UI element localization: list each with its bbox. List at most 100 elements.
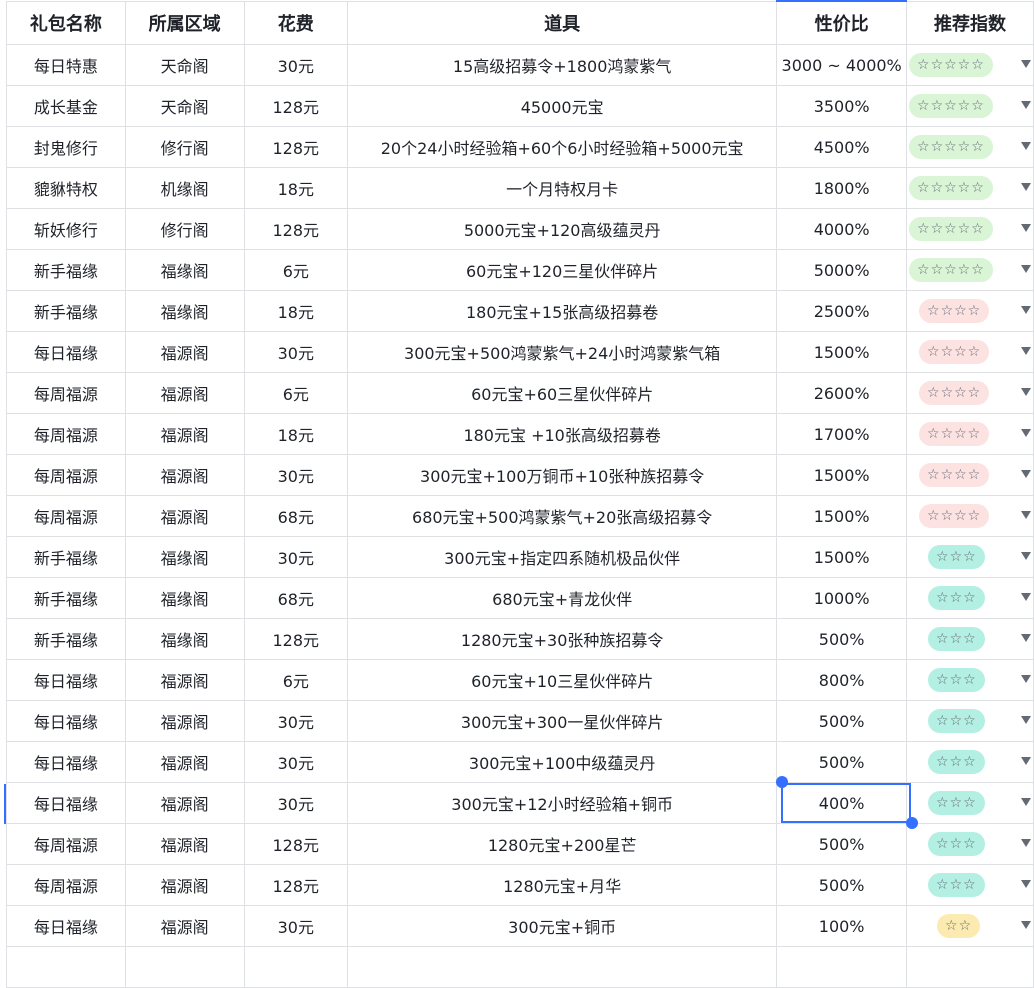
- col-header-area[interactable]: 所属区域: [124, 0, 245, 45]
- cell-area[interactable]: 福源阁: [124, 454, 245, 496]
- cell-cost[interactable]: 30元: [243, 536, 349, 578]
- cell-ratio[interactable]: 4500%: [776, 126, 908, 168]
- cell-cost[interactable]: 68元: [243, 577, 349, 619]
- cell-items[interactable]: 15高级招募令+1800鸿蒙紫气: [347, 44, 778, 86]
- cell-cost[interactable]: 128元: [243, 823, 349, 865]
- col-header-items[interactable]: 道具: [347, 0, 778, 45]
- cell-cost[interactable]: 68元: [243, 495, 349, 537]
- cell-ratio[interactable]: 3000 ~ 4000%: [776, 44, 908, 86]
- cell-recommend[interactable]: ☆☆☆☆☆: [906, 208, 1034, 250]
- empty-cell[interactable]: [776, 946, 908, 988]
- cell-name[interactable]: 每日福缘: [6, 700, 126, 742]
- cell-cost[interactable]: 128元: [243, 85, 349, 127]
- cell-ratio[interactable]: 100%: [776, 905, 908, 947]
- cell-items[interactable]: 180元宝+15张高级招募卷: [347, 290, 778, 332]
- col-header-recommend[interactable]: 推荐指数: [906, 0, 1034, 45]
- cell-area[interactable]: 福源阁: [124, 782, 245, 824]
- cell-recommend[interactable]: ☆☆☆☆: [906, 372, 1034, 414]
- cell-recommend[interactable]: ☆☆☆: [906, 782, 1034, 824]
- cell-name[interactable]: 新手福缘: [6, 618, 126, 660]
- cell-recommend[interactable]: ☆☆☆☆: [906, 331, 1034, 373]
- cell-items[interactable]: 680元宝+500鸿蒙紫气+20张高级招募令: [347, 495, 778, 537]
- cell-items[interactable]: 60元宝+60三星伙伴碎片: [347, 372, 778, 414]
- chevron-down-icon[interactable]: [1021, 388, 1031, 396]
- cell-cost[interactable]: 30元: [243, 44, 349, 86]
- cell-cost[interactable]: 30元: [243, 331, 349, 373]
- cell-recommend[interactable]: ☆☆☆: [906, 741, 1034, 783]
- cell-area[interactable]: 福缘阁: [124, 618, 245, 660]
- cell-cost[interactable]: 128元: [243, 126, 349, 168]
- cell-name[interactable]: 每日福缘: [6, 331, 126, 373]
- cell-recommend[interactable]: ☆☆☆☆☆: [906, 249, 1034, 291]
- cell-area[interactable]: 福源阁: [124, 331, 245, 373]
- cell-name[interactable]: 新手福缘: [6, 577, 126, 619]
- cell-ratio[interactable]: 500%: [776, 823, 908, 865]
- cell-name[interactable]: 斩妖修行: [6, 208, 126, 250]
- cell-name[interactable]: 每日福缘: [6, 741, 126, 783]
- cell-ratio[interactable]: 500%: [776, 618, 908, 660]
- chevron-down-icon[interactable]: [1021, 593, 1031, 601]
- cell-items[interactable]: 20个24小时经验箱+60个6小时经验箱+5000元宝: [347, 126, 778, 168]
- empty-cell[interactable]: [906, 946, 1034, 988]
- cell-area[interactable]: 修行阁: [124, 208, 245, 250]
- cell-items[interactable]: 一个月特权月卡: [347, 167, 778, 209]
- cell-area[interactable]: 福源阁: [124, 659, 245, 701]
- cell-ratio[interactable]: 3500%: [776, 85, 908, 127]
- cell-cost[interactable]: 6元: [243, 659, 349, 701]
- cell-recommend[interactable]: ☆☆☆: [906, 618, 1034, 660]
- col-header-name[interactable]: 礼包名称: [6, 0, 126, 45]
- cell-recommend[interactable]: ☆☆☆☆☆: [906, 167, 1034, 209]
- cell-name[interactable]: 每日福缘: [6, 905, 126, 947]
- cell-name[interactable]: 封鬼修行: [6, 126, 126, 168]
- cell-items[interactable]: 680元宝+青龙伙伴: [347, 577, 778, 619]
- cell-items[interactable]: 60元宝+10三星伙伴碎片: [347, 659, 778, 701]
- chevron-down-icon[interactable]: [1021, 265, 1031, 273]
- cell-cost[interactable]: 128元: [243, 864, 349, 906]
- cell-name[interactable]: 每日福缘: [6, 782, 126, 824]
- cell-items[interactable]: 300元宝+100万铜币+10张种族招募令: [347, 454, 778, 496]
- cell-name[interactable]: 每日福缘: [6, 659, 126, 701]
- cell-area[interactable]: 天命阁: [124, 44, 245, 86]
- chevron-down-icon[interactable]: [1021, 511, 1031, 519]
- cell-recommend[interactable]: ☆☆☆☆☆: [906, 44, 1034, 86]
- cell-items[interactable]: 1280元宝+200星芒: [347, 823, 778, 865]
- cell-name[interactable]: 每日特惠: [6, 44, 126, 86]
- cell-recommend[interactable]: ☆☆☆☆: [906, 454, 1034, 496]
- cell-area[interactable]: 福源阁: [124, 905, 245, 947]
- cell-cost[interactable]: 6元: [243, 249, 349, 291]
- cell-items[interactable]: 180元宝 +10张高级招募卷: [347, 413, 778, 455]
- cell-ratio[interactable]: 1000%: [776, 577, 908, 619]
- cell-recommend[interactable]: ☆☆☆: [906, 700, 1034, 742]
- chevron-down-icon[interactable]: [1021, 142, 1031, 150]
- selected-cell-outline[interactable]: [781, 783, 911, 823]
- cell-recommend[interactable]: ☆☆☆: [906, 659, 1034, 701]
- cell-recommend[interactable]: ☆☆☆: [906, 536, 1034, 578]
- chevron-down-icon[interactable]: [1021, 716, 1031, 724]
- col-header-cost[interactable]: 花费: [243, 0, 349, 45]
- chevron-down-icon[interactable]: [1021, 470, 1031, 478]
- empty-cell[interactable]: [124, 946, 245, 988]
- cell-recommend[interactable]: ☆☆: [906, 905, 1034, 947]
- cell-recommend[interactable]: ☆☆☆☆☆: [906, 85, 1034, 127]
- cell-cost[interactable]: 6元: [243, 372, 349, 414]
- cell-cost[interactable]: 18元: [243, 167, 349, 209]
- cell-ratio[interactable]: 1800%: [776, 167, 908, 209]
- cell-name[interactable]: 成长基金: [6, 85, 126, 127]
- cell-items[interactable]: 300元宝+300一星伙伴碎片: [347, 700, 778, 742]
- cell-ratio[interactable]: 800%: [776, 659, 908, 701]
- cell-name[interactable]: 新手福缘: [6, 249, 126, 291]
- chevron-down-icon[interactable]: [1021, 634, 1031, 642]
- cell-items[interactable]: 300元宝+500鸿蒙紫气+24小时鸿蒙紫气箱: [347, 331, 778, 373]
- cell-ratio[interactable]: 5000%: [776, 249, 908, 291]
- cell-area[interactable]: 福源阁: [124, 495, 245, 537]
- cell-cost[interactable]: 128元: [243, 208, 349, 250]
- empty-cell[interactable]: [243, 946, 349, 988]
- cell-ratio[interactable]: 2600%: [776, 372, 908, 414]
- cell-ratio[interactable]: 1700%: [776, 413, 908, 455]
- empty-cell[interactable]: [347, 946, 778, 988]
- cell-name[interactable]: 貔貅特权: [6, 167, 126, 209]
- cell-name[interactable]: 新手福缘: [6, 536, 126, 578]
- cell-cost[interactable]: 18元: [243, 413, 349, 455]
- chevron-down-icon[interactable]: [1021, 757, 1031, 765]
- selection-handle-icon[interactable]: [776, 776, 788, 788]
